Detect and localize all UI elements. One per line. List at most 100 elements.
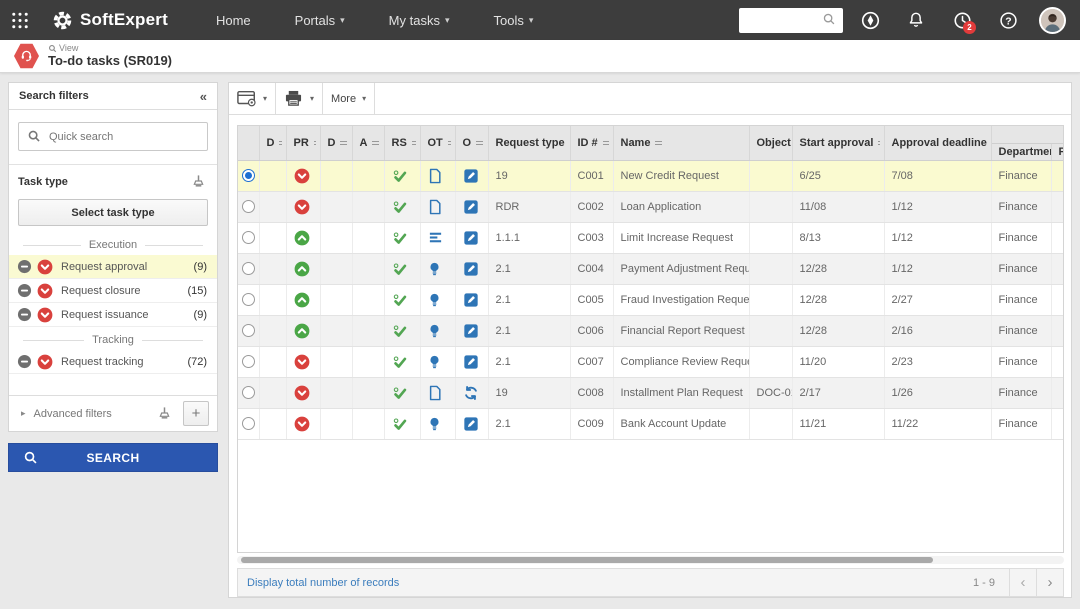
sort-icon[interactable] [279, 139, 281, 147]
row-radio-button[interactable] [242, 231, 255, 244]
edit-icon[interactable] [463, 323, 479, 339]
sort-icon[interactable] [314, 139, 316, 147]
table-row[interactable]: 19C008Installment Plan RequestDOC-012/17… [238, 377, 1064, 408]
column-header-label: O [463, 137, 472, 149]
sort-icon[interactable] [448, 139, 451, 147]
row-radio-button[interactable] [242, 386, 255, 399]
table-row[interactable]: 2.1C006Financial Report Request12/282/16… [238, 315, 1064, 346]
minus-circle-icon[interactable] [17, 354, 33, 370]
edit-icon[interactable] [463, 168, 479, 184]
pending-tasks-button[interactable]: 2 [943, 0, 981, 40]
explore-button[interactable] [851, 0, 889, 40]
quick-search-input[interactable] [49, 131, 207, 143]
table-row[interactable]: RDRC002Loan Application11/081/12Finance [238, 191, 1064, 222]
expand-triangle-icon[interactable]: ▸ [21, 408, 26, 419]
minus-circle-icon[interactable] [17, 307, 33, 323]
minus-circle-icon[interactable] [17, 259, 33, 275]
cell-d [259, 315, 286, 346]
search-icon[interactable] [822, 12, 838, 28]
table-row[interactable]: 1.1.1C003Limit Increase Request8/131/12F… [238, 222, 1064, 253]
table-row[interactable]: 2.1C007Compliance Review Request11/202/2… [238, 346, 1064, 377]
sort-icon[interactable] [476, 139, 483, 147]
user-avatar[interactable] [1039, 7, 1066, 34]
display-total-records-link[interactable]: Display total number of records [238, 577, 399, 589]
view-data-button[interactable] [237, 90, 257, 108]
row-radio-button[interactable] [242, 417, 255, 430]
caret-down-icon: ▾ [310, 94, 314, 103]
task-type-item[interactable]: Request tracking(72) [9, 350, 217, 374]
previous-page-button[interactable]: ‹ [1009, 569, 1036, 596]
task-type-item[interactable]: Request closure(15) [9, 279, 217, 303]
view-data-dropdown[interactable]: ▾ [263, 94, 267, 103]
sort-icon[interactable] [340, 139, 347, 147]
collapse-sidebar-icon[interactable]: « [200, 89, 207, 104]
edit-icon[interactable] [463, 416, 479, 432]
task-type-item[interactable]: Request issuance(9) [9, 303, 217, 327]
edit-icon[interactable] [463, 230, 479, 246]
edit-icon[interactable] [463, 354, 479, 370]
nav-item-my-tasks[interactable]: My tasks▾ [367, 0, 472, 40]
more-button[interactable]: More ▾ [331, 93, 366, 105]
column-header-approval-deadline[interactable]: Approval deadline [884, 126, 991, 160]
column-header-d[interactable]: D [259, 126, 286, 160]
sort-icon[interactable] [412, 139, 416, 147]
sort-icon[interactable] [372, 139, 379, 147]
column-header-request-type[interactable]: Request type [488, 126, 570, 160]
help-button[interactable]: ? [989, 0, 1027, 40]
column-header-id-[interactable]: ID # [570, 126, 613, 160]
column-header-start-approval[interactable]: Start approval [792, 126, 884, 160]
column-header-rs[interactable]: RS [384, 126, 420, 160]
global-search-input[interactable] [740, 10, 822, 31]
column-header-o[interactable]: O [455, 126, 488, 160]
cell-a [352, 253, 384, 284]
table-row[interactable]: 2.1C005Fraud Investigation Request12/282… [238, 284, 1064, 315]
row-radio-button[interactable] [242, 200, 255, 213]
row-radio-button[interactable] [242, 293, 255, 306]
brand-logo[interactable]: SoftExpert [52, 10, 168, 31]
column-header-ot[interactable]: OT [420, 126, 455, 160]
sort-icon[interactable] [603, 139, 609, 147]
column-header-pe[interactable]: Pe [1051, 143, 1064, 160]
sort-icon[interactable] [878, 139, 879, 147]
print-dropdown[interactable]: ▾ [310, 94, 314, 103]
edit-icon[interactable] [463, 261, 479, 277]
select-task-type-button[interactable]: Select task type [18, 199, 208, 226]
refresh-icon[interactable] [463, 385, 479, 401]
edit-icon[interactable] [463, 292, 479, 308]
advanced-filters-label[interactable]: Advanced filters [34, 408, 112, 420]
minus-circle-icon[interactable] [17, 283, 33, 299]
table-row[interactable]: 2.1C004Payment Adjustment Request12/281/… [238, 253, 1064, 284]
row-radio-button[interactable] [242, 169, 255, 182]
column-header-d[interactable]: D [320, 126, 352, 160]
cell-ot [420, 315, 455, 346]
horizontal-scrollbar-thumb[interactable] [241, 557, 933, 563]
row-radio-button[interactable] [242, 324, 255, 337]
edit-icon[interactable] [463, 199, 479, 215]
row-radio-button[interactable] [242, 262, 255, 275]
cell-rs [384, 191, 420, 222]
column-header-object[interactable]: Object [749, 126, 792, 160]
add-filter-button[interactable]: + [183, 401, 209, 426]
clear-advanced-filters-broom-icon[interactable] [157, 406, 173, 422]
table-row[interactable]: 2.1C009Bank Account Update11/2111/22Fina… [238, 408, 1064, 439]
nav-item-tools[interactable]: Tools▾ [471, 0, 555, 40]
print-button[interactable] [284, 90, 304, 108]
row-radio-button[interactable] [242, 355, 255, 368]
column-header-a[interactable]: A [352, 126, 384, 160]
column-header-pr[interactable]: PR [286, 126, 320, 160]
column-header-department[interactable]: Department [991, 143, 1051, 160]
nav-item-portals[interactable]: Portals▾ [273, 0, 367, 40]
sort-icon[interactable] [655, 139, 662, 147]
table-row[interactable]: 19C001New Credit Request6/257/08Finance [238, 160, 1064, 191]
clear-filter-broom-icon[interactable] [191, 174, 207, 190]
cell-d [259, 160, 286, 191]
search-button[interactable]: SEARCH [8, 443, 218, 472]
apps-grid-button[interactable] [0, 0, 40, 40]
cell-pe [1051, 377, 1064, 408]
nav-item-home[interactable]: Home [194, 0, 273, 40]
task-type-item[interactable]: Request approval(9) [9, 255, 217, 279]
cell-start-approval: 12/28 [792, 315, 884, 346]
notifications-button[interactable] [897, 0, 935, 40]
next-page-button[interactable]: › [1036, 569, 1063, 596]
column-header-name[interactable]: Name [613, 126, 749, 160]
